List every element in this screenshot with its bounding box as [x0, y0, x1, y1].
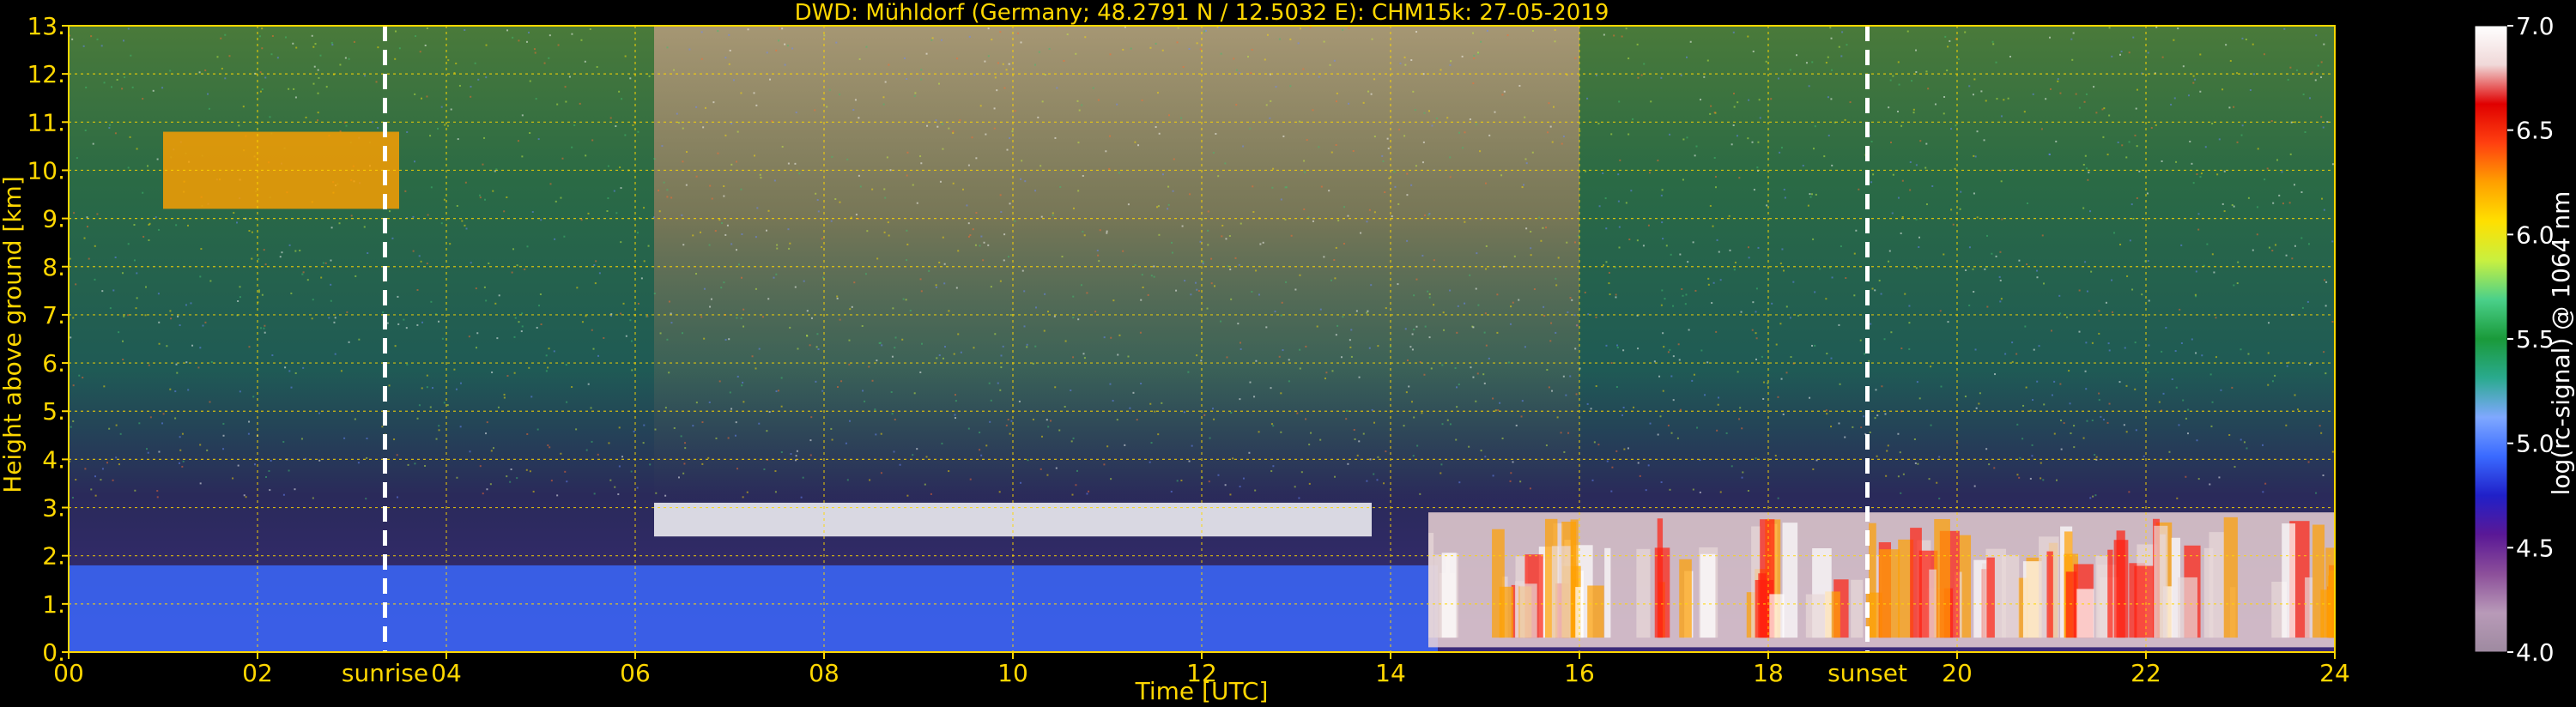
colorbar-tick-label: 4.0 [2516, 638, 2555, 667]
x-tick-label: 16 [1564, 659, 1595, 687]
chart-title: DWD: Mühldorf (Germany; 48.2791 N / 12.5… [795, 0, 1609, 26]
colorbar: 4.04.55.05.56.06.57.0 log(rc-signal) @ 1… [2474, 12, 2575, 667]
y-tick-label: 9. [42, 205, 65, 233]
colorbar-tick-label: 6.5 [2516, 117, 2555, 145]
plot-area: sunrise sunset [68, 25, 2336, 687]
y-tick-label: 1. [42, 590, 65, 619]
layer-boundary-layer-aerosol [69, 565, 1438, 652]
x-tick-label: 10 [997, 659, 1028, 687]
y-tick-label: 0. [42, 638, 65, 667]
x-axis-label: Time [UTC] [1135, 677, 1269, 705]
x-tick-label: 08 [809, 659, 839, 687]
y-tick-label: 7. [42, 301, 65, 329]
x-tick-label: 02 [242, 659, 273, 687]
annotation-label-sunset: sunset [1827, 659, 1907, 687]
y-tick-label: 10. [27, 156, 65, 184]
x-tick-label: 14 [1375, 659, 1406, 687]
y-tick-label: 8. [42, 253, 65, 281]
x-tick-label: 06 [620, 659, 651, 687]
colorbar-label: log(rc-signal) @ 1064 nm [2547, 191, 2575, 496]
y-axis-ticks: 0. 1. 2. 3. 4. 5. 6. 7. 8. 9. 10. 11. 12. 13. [27, 12, 69, 667]
x-tick-label: 22 [2131, 659, 2161, 687]
y-tick-label: 12. [27, 60, 65, 88]
colorbar-bar [2474, 25, 2508, 653]
y-tick-label: 2. [42, 542, 65, 571]
colorbar-tick-label: 4.5 [2516, 534, 2555, 562]
y-tick-label: 11. [27, 108, 65, 136]
y-tick-label: 4. [42, 445, 65, 474]
x-tick-label: 04 [431, 659, 462, 687]
y-tick-label: 3. [42, 494, 65, 523]
y-axis-label: Height above ground [km] [0, 176, 27, 493]
y-tick-label: 13. [27, 12, 65, 40]
y-tick-label: 6. [42, 349, 65, 378]
ceilometer-chart: DWD: Mühldorf (Germany; 48.2791 N / 12.5… [0, 0, 2575, 705]
x-tick-label: 20 [1942, 659, 1973, 687]
heatmap-layers [69, 26, 2335, 652]
annotation-label-sunrise: sunrise [342, 659, 428, 687]
y-tick-label: 5. [42, 397, 65, 426]
colorbar-tick-label: 7.0 [2516, 12, 2555, 40]
x-tick-label: 18 [1753, 659, 1784, 687]
x-tick-label: 24 [2319, 659, 2350, 687]
